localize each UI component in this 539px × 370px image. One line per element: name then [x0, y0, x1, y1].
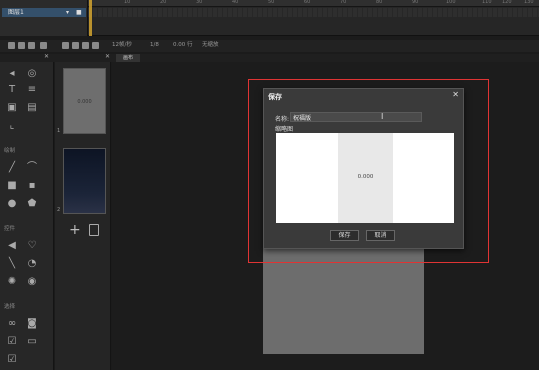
- timeline: 图层1 ▾ ■ 10 20 30 40 50 60 70 80 90 100 1…: [0, 0, 539, 36]
- loop-icon[interactable]: [92, 42, 99, 49]
- curve-icon[interactable]: ⌒: [26, 162, 38, 174]
- tick-label: 70: [340, 0, 347, 5]
- tick-label: 100: [446, 0, 456, 5]
- trash-icon[interactable]: [28, 42, 35, 49]
- close-icon[interactable]: ✕: [44, 53, 49, 60]
- circle-icon[interactable]: ●: [6, 198, 18, 210]
- tick-label: 30: [196, 0, 203, 5]
- section-drawing: 绘制: [4, 148, 16, 154]
- sound-icon[interactable]: ◂: [6, 68, 18, 80]
- playhead[interactable]: [89, 0, 92, 36]
- frame-readout: 1/8: [150, 42, 159, 48]
- target-icon[interactable]: ◉: [26, 276, 38, 288]
- section-more: 选择: [4, 304, 16, 310]
- check-icon[interactable]: ☑: [6, 354, 18, 366]
- preview-page: 0.000: [338, 133, 393, 223]
- tick-label: 10: [124, 0, 131, 5]
- save-button[interactable]: 保存: [330, 230, 359, 241]
- layer-column: 图层1 ▾ ■: [0, 0, 88, 36]
- tick-label: 120: [502, 0, 512, 5]
- onion-skin-icon[interactable]: [62, 42, 69, 49]
- copy-frame-icon[interactable]: [72, 42, 79, 49]
- video-icon[interactable]: ▤: [26, 102, 38, 114]
- tick-label: 130: [524, 0, 534, 5]
- paragraph-icon[interactable]: ≡: [26, 84, 38, 96]
- link-icon[interactable]: ∞: [6, 318, 18, 330]
- name-input[interactable]: [290, 112, 422, 122]
- chart-icon[interactable]: ⌞: [6, 120, 18, 132]
- status-toolbar: 12帧/秒 1/8 0.00 行 无缩放: [0, 40, 539, 52]
- record-icon[interactable]: ◙: [26, 318, 38, 330]
- line-icon[interactable]: ╱: [6, 162, 18, 174]
- tick-label: 20: [160, 0, 167, 5]
- tick-label: 90: [412, 0, 419, 5]
- lock-icon[interactable]: ■: [76, 8, 82, 17]
- save-dialog: 保存 ✕ 名称: I 缩略图 0.000 保存 取消: [263, 88, 464, 249]
- heart-icon[interactable]: ♡: [26, 240, 38, 252]
- tick-label: 50: [268, 0, 275, 5]
- text-icon[interactable]: T: [6, 84, 18, 96]
- megaphone-icon[interactable]: ◀: [6, 240, 18, 252]
- dialog-title: 保存: [268, 93, 282, 101]
- scene-number: 2: [57, 207, 61, 213]
- scene-number: 1: [57, 128, 61, 134]
- rounded-rect-icon[interactable]: ▪: [26, 180, 38, 192]
- tick-label: 40: [232, 0, 239, 5]
- fps-readout: 12帧/秒: [112, 42, 132, 48]
- name-label: 名称:: [275, 116, 290, 123]
- scene-thumbnail[interactable]: 0.000: [63, 68, 106, 134]
- scene-thumb-text: 0.000: [77, 99, 92, 105]
- rectangle-icon[interactable]: ■: [6, 180, 18, 192]
- tab-canvas[interactable]: 画布: [116, 54, 140, 62]
- layer-row[interactable]: 图层1 ▾ ■: [2, 8, 86, 17]
- thumbnail-label: 缩略图: [275, 126, 294, 133]
- keyframe-icon[interactable]: [40, 42, 47, 49]
- toggle-icon[interactable]: ▭: [26, 336, 38, 348]
- scene-thumbnail[interactable]: [63, 148, 106, 214]
- folder-icon[interactable]: [18, 42, 25, 49]
- visibility-icon[interactable]: ▾: [66, 8, 69, 17]
- thumbnail-preview: 0.000: [276, 133, 454, 223]
- import-scene-icon[interactable]: [89, 224, 99, 236]
- frames-row[interactable]: [88, 8, 539, 17]
- cancel-button[interactable]: 取消: [366, 230, 395, 241]
- paste-frame-icon[interactable]: [82, 42, 89, 49]
- add-scene-icon[interactable]: +: [69, 222, 81, 238]
- zoom-readout: 无缩放: [202, 42, 219, 48]
- panel-tab-strip: ✕ ✕ 画布: [0, 53, 539, 62]
- time-readout: 0.00 行: [173, 42, 193, 48]
- text-cursor-icon: I: [381, 112, 384, 121]
- tick-label: 60: [304, 0, 311, 5]
- gear-icon[interactable]: ✺: [6, 276, 18, 288]
- close-icon[interactable]: ✕: [452, 90, 459, 99]
- section-control: 控件: [4, 226, 16, 232]
- tools-panel: ◂ ◎ T ≡ ▣ ▤ ⌞ 绘制 ╱ ⌒ ■ ▪ ● ⬟ 控件 ◀ ♡ ╲ ◔ …: [0, 62, 54, 370]
- checkbox-icon[interactable]: ☑: [6, 336, 18, 348]
- pentagon-icon[interactable]: ⬟: [26, 198, 38, 210]
- scene-panel: 0.000 1 2 +: [55, 62, 111, 370]
- preview-timer: 0.000: [357, 174, 374, 180]
- timer-icon[interactable]: ◔: [26, 258, 38, 270]
- image-icon[interactable]: ▣: [6, 102, 18, 114]
- layer-name: 图层1: [8, 9, 24, 16]
- timeline-ruler[interactable]: 10 20 30 40 50 60 70 80 90 100 110 120 1…: [88, 0, 539, 7]
- layer-add-icon[interactable]: [8, 42, 15, 49]
- tick-label: 110: [482, 0, 492, 5]
- wand-icon[interactable]: ╲: [6, 258, 18, 270]
- globe-icon[interactable]: ◎: [26, 68, 38, 80]
- close-icon[interactable]: ✕: [105, 53, 110, 60]
- tick-label: 80: [376, 0, 383, 5]
